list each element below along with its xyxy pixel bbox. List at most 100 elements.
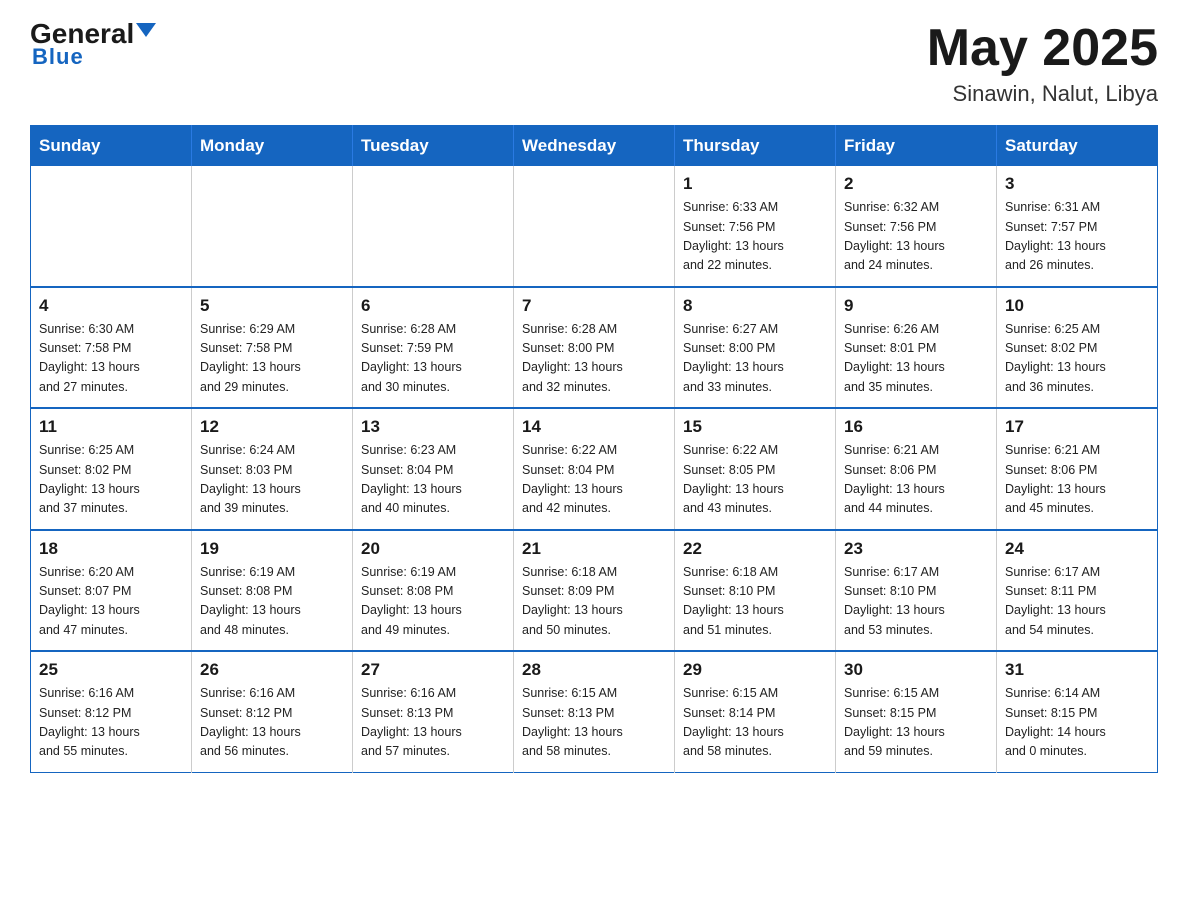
day-info: Sunrise: 6:31 AMSunset: 7:57 PMDaylight:… [1005,198,1149,276]
calendar-subtitle: Sinawin, Nalut, Libya [927,81,1158,107]
day-info: Sunrise: 6:15 AMSunset: 8:15 PMDaylight:… [844,684,988,762]
col-monday: Monday [192,126,353,167]
col-saturday: Saturday [997,126,1158,167]
table-row: 1Sunrise: 6:33 AMSunset: 7:56 PMDaylight… [675,166,836,287]
table-row: 21 Sunrise: 6:18 AMSunset: 8:09 PMDayligh… [514,530,675,652]
table-row: 20Sunrise: 6:19 AMSunset: 8:08 PMDayligh… [353,530,514,652]
calendar-week-row: 1Sunrise: 6:33 AMSunset: 7:56 PMDaylight… [31,166,1158,287]
logo-triangle-icon [136,23,156,37]
day-info: Sunrise: 6:18 AMSunset: 8:10 PMDaylight:… [683,563,827,641]
table-row: 22 Sunrise: 6:18 AMSunset: 8:10 PMDayligh… [675,530,836,652]
day-number: 29 [683,660,827,680]
day-number: 22 [683,539,827,559]
table-row: 16 Sunrise: 6:21 AMSunset: 8:06 PMDayligh… [836,408,997,530]
calendar-week-row: 25 Sunrise: 6:16 AMSunset: 8:12 PMDayligh… [31,651,1158,772]
day-number: 9 [844,296,988,316]
day-number: 21 [522,539,666,559]
day-info: Sunrise: 6:16 AMSunset: 8:12 PMDaylight:… [200,684,344,762]
table-row: 9 Sunrise: 6:26 AMSunset: 8:01 PMDaylight… [836,287,997,409]
table-row: 19 Sunrise: 6:19 AMSunset: 8:08 PMDayligh… [192,530,353,652]
day-number: 27 [361,660,505,680]
day-info: Sunrise: 6:18 AMSunset: 8:09 PMDaylight:… [522,563,666,641]
day-number: 11 [39,417,183,437]
table-row: 7 Sunrise: 6:28 AMSunset: 8:00 PMDaylight… [514,287,675,409]
calendar-week-row: 11 Sunrise: 6:25 AMSunset: 8:02 PMDayligh… [31,408,1158,530]
day-info: Sunrise: 6:21 AMSunset: 8:06 PMDaylight:… [1005,441,1149,519]
table-row: 24 Sunrise: 6:17 AMSunset: 8:11 PMDayligh… [997,530,1158,652]
day-number: 8 [683,296,827,316]
day-info: Sunrise: 6:21 AMSunset: 8:06 PMDaylight:… [844,441,988,519]
day-info: Sunrise: 6:33 AMSunset: 7:56 PMDaylight:… [683,198,827,276]
table-row: 15 Sunrise: 6:22 AMSunset: 8:05 PMDayligh… [675,408,836,530]
day-number: 28 [522,660,666,680]
table-row: 26 Sunrise: 6:16 AMSunset: 8:12 PMDayligh… [192,651,353,772]
day-number: 12 [200,417,344,437]
table-row: 14 Sunrise: 6:22 AMSunset: 8:04 PMDayligh… [514,408,675,530]
day-info: Sunrise: 6:15 AMSunset: 8:13 PMDaylight:… [522,684,666,762]
day-info: Sunrise: 6:17 AMSunset: 8:11 PMDaylight:… [1005,563,1149,641]
col-tuesday: Tuesday [353,126,514,167]
day-number: 26 [200,660,344,680]
table-row: 11 Sunrise: 6:25 AMSunset: 8:02 PMDayligh… [31,408,192,530]
day-number: 6 [361,296,505,316]
title-section: May 2025 Sinawin, Nalut, Libya [927,20,1158,107]
table-row [353,166,514,287]
day-number: 7 [522,296,666,316]
col-friday: Friday [836,126,997,167]
logo-blue-text: Blue [32,44,84,70]
day-info: Sunrise: 6:16 AMSunset: 8:12 PMDaylight:… [39,684,183,762]
day-info: Sunrise: 6:32 AMSunset: 7:56 PMDaylight:… [844,198,988,276]
table-row: 30 Sunrise: 6:15 AMSunset: 8:15 PMDayligh… [836,651,997,772]
day-number: 5 [200,296,344,316]
day-info: Sunrise: 6:14 AMSunset: 8:15 PMDaylight:… [1005,684,1149,762]
day-info: Sunrise: 6:27 AMSunset: 8:00 PMDaylight:… [683,320,827,398]
table-row: 18Sunrise: 6:20 AMSunset: 8:07 PMDayligh… [31,530,192,652]
day-info: Sunrise: 6:24 AMSunset: 8:03 PMDaylight:… [200,441,344,519]
day-info: Sunrise: 6:22 AMSunset: 8:05 PMDaylight:… [683,441,827,519]
day-number: 15 [683,417,827,437]
day-number: 14 [522,417,666,437]
table-row [514,166,675,287]
col-sunday: Sunday [31,126,192,167]
day-info: Sunrise: 6:22 AMSunset: 8:04 PMDaylight:… [522,441,666,519]
day-info: Sunrise: 6:19 AMSunset: 8:08 PMDaylight:… [200,563,344,641]
calendar-table: Sunday Monday Tuesday Wednesday Thursday… [30,125,1158,773]
table-row: 10 Sunrise: 6:25 AMSunset: 8:02 PMDayligh… [997,287,1158,409]
calendar-week-row: 18Sunrise: 6:20 AMSunset: 8:07 PMDayligh… [31,530,1158,652]
table-row: 28 Sunrise: 6:15 AMSunset: 8:13 PMDayligh… [514,651,675,772]
table-row: 23 Sunrise: 6:17 AMSunset: 8:10 PMDayligh… [836,530,997,652]
logo: General Blue [30,20,156,70]
table-row: 25 Sunrise: 6:16 AMSunset: 8:12 PMDayligh… [31,651,192,772]
day-number: 19 [200,539,344,559]
day-number: 23 [844,539,988,559]
calendar-header-row: Sunday Monday Tuesday Wednesday Thursday… [31,126,1158,167]
day-info: Sunrise: 6:17 AMSunset: 8:10 PMDaylight:… [844,563,988,641]
day-number: 25 [39,660,183,680]
col-wednesday: Wednesday [514,126,675,167]
day-info: Sunrise: 6:25 AMSunset: 8:02 PMDaylight:… [1005,320,1149,398]
day-info: Sunrise: 6:20 AMSunset: 8:07 PMDaylight:… [39,563,183,641]
table-row: 29Sunrise: 6:15 AMSunset: 8:14 PMDayligh… [675,651,836,772]
day-info: Sunrise: 6:28 AMSunset: 7:59 PMDaylight:… [361,320,505,398]
table-row: 17Sunrise: 6:21 AMSunset: 8:06 PMDayligh… [997,408,1158,530]
table-row [31,166,192,287]
table-row [192,166,353,287]
calendar-week-row: 4Sunrise: 6:30 AMSunset: 7:58 PMDaylight… [31,287,1158,409]
day-info: Sunrise: 6:16 AMSunset: 8:13 PMDaylight:… [361,684,505,762]
day-info: Sunrise: 6:28 AMSunset: 8:00 PMDaylight:… [522,320,666,398]
day-number: 3 [1005,174,1149,194]
day-number: 24 [1005,539,1149,559]
day-number: 30 [844,660,988,680]
table-row: 5 Sunrise: 6:29 AMSunset: 7:58 PMDaylight… [192,287,353,409]
page-header: General Blue May 2025 Sinawin, Nalut, Li… [30,20,1158,107]
day-info: Sunrise: 6:25 AMSunset: 8:02 PMDaylight:… [39,441,183,519]
day-number: 16 [844,417,988,437]
day-number: 10 [1005,296,1149,316]
day-info: Sunrise: 6:29 AMSunset: 7:58 PMDaylight:… [200,320,344,398]
day-info: Sunrise: 6:26 AMSunset: 8:01 PMDaylight:… [844,320,988,398]
day-number: 31 [1005,660,1149,680]
table-row: 13Sunrise: 6:23 AMSunset: 8:04 PMDayligh… [353,408,514,530]
table-row: 31 Sunrise: 6:14 AMSunset: 8:15 PMDayligh… [997,651,1158,772]
calendar-title: May 2025 [927,20,1158,77]
day-number: 4 [39,296,183,316]
